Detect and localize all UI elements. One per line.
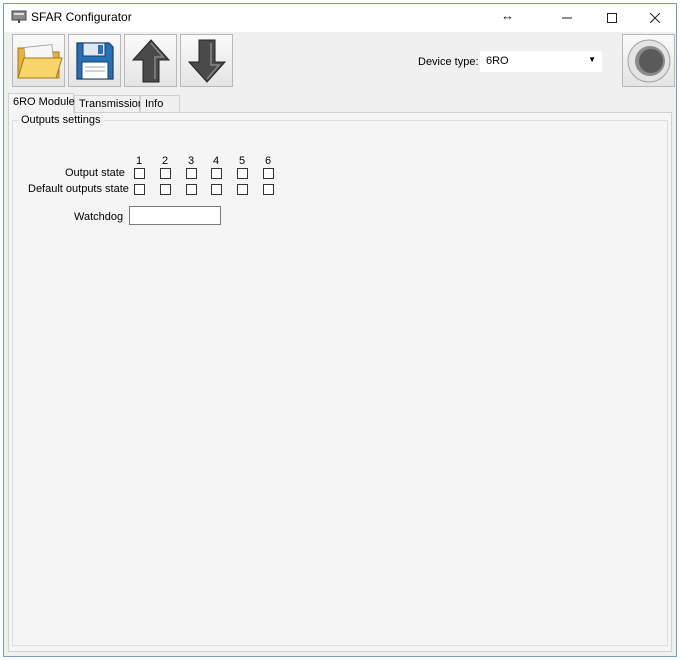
maximize-icon bbox=[607, 13, 617, 23]
tab-info[interactable]: Info bbox=[140, 95, 180, 112]
device-type-value: 6RO bbox=[486, 55, 509, 67]
maximize-button[interactable] bbox=[589, 4, 635, 32]
connect-button[interactable] bbox=[622, 34, 675, 87]
download-button[interactable] bbox=[180, 34, 233, 87]
minimize-button[interactable] bbox=[544, 4, 590, 32]
default-state-checkbox-3[interactable] bbox=[186, 184, 197, 195]
outputs-settings-group: Outputs settings 1 2 3 4 5 6 Output stat… bbox=[12, 114, 668, 646]
dropdown-arrow-icon: ▼ bbox=[588, 55, 596, 64]
window-title: SFAR Configurator bbox=[31, 10, 132, 24]
open-folder-icon bbox=[16, 43, 63, 78]
tab-transmission[interactable]: Transmission bbox=[74, 95, 144, 112]
default-state-checkbox-2[interactable] bbox=[160, 184, 171, 195]
connect-button-icon bbox=[627, 39, 670, 82]
device-type-select[interactable]: 6RO ▼ bbox=[480, 51, 602, 72]
output-state-label: Output state bbox=[65, 167, 125, 179]
device-type-label: Device type: bbox=[418, 56, 479, 68]
output-state-checkbox-3[interactable] bbox=[186, 168, 197, 179]
upload-button[interactable] bbox=[124, 34, 177, 87]
tab-panel-6ro-module: Outputs settings 1 2 3 4 5 6 Output stat… bbox=[8, 112, 672, 652]
default-outputs-state-label: Default outputs state bbox=[28, 183, 129, 195]
tab-6ro-module[interactable]: 6RO Module bbox=[8, 93, 75, 113]
close-icon bbox=[650, 13, 660, 23]
close-button[interactable] bbox=[632, 4, 678, 32]
default-state-checkbox-5[interactable] bbox=[237, 184, 248, 195]
floppy-disk-icon bbox=[75, 41, 114, 80]
open-file-button[interactable] bbox=[12, 34, 65, 87]
column-number: 4 bbox=[212, 155, 220, 167]
column-number: 5 bbox=[238, 155, 246, 167]
app-window: SFAR Configurator ↔ Device type: 6RO ▼ 6… bbox=[3, 3, 677, 657]
title-bar[interactable]: SFAR Configurator ↔ bbox=[4, 4, 676, 32]
column-number: 1 bbox=[135, 155, 143, 167]
default-state-checkbox-1[interactable] bbox=[134, 184, 145, 195]
watchdog-label: Watchdog bbox=[74, 211, 124, 223]
minimize-icon bbox=[562, 17, 572, 19]
save-button[interactable] bbox=[68, 34, 121, 87]
arrow-up-icon bbox=[131, 38, 170, 82]
outputs-settings-title: Outputs settings bbox=[18, 114, 104, 126]
app-icon bbox=[11, 10, 27, 24]
output-state-checkbox-2[interactable] bbox=[160, 168, 171, 179]
column-number: 3 bbox=[187, 155, 195, 167]
output-state-checkbox-6[interactable] bbox=[263, 168, 274, 179]
move-arrows-icon: ↔ bbox=[501, 8, 514, 23]
output-state-checkbox-4[interactable] bbox=[211, 168, 222, 179]
toolbar: Device type: 6RO ▼ bbox=[4, 32, 676, 90]
arrow-down-icon bbox=[187, 39, 226, 83]
column-number: 6 bbox=[264, 155, 272, 167]
default-state-checkbox-4[interactable] bbox=[211, 184, 222, 195]
default-state-checkbox-6[interactable] bbox=[263, 184, 274, 195]
output-state-checkbox-5[interactable] bbox=[237, 168, 248, 179]
output-state-checkbox-1[interactable] bbox=[134, 168, 145, 179]
column-number: 2 bbox=[161, 155, 169, 167]
watchdog-input[interactable] bbox=[129, 206, 221, 225]
